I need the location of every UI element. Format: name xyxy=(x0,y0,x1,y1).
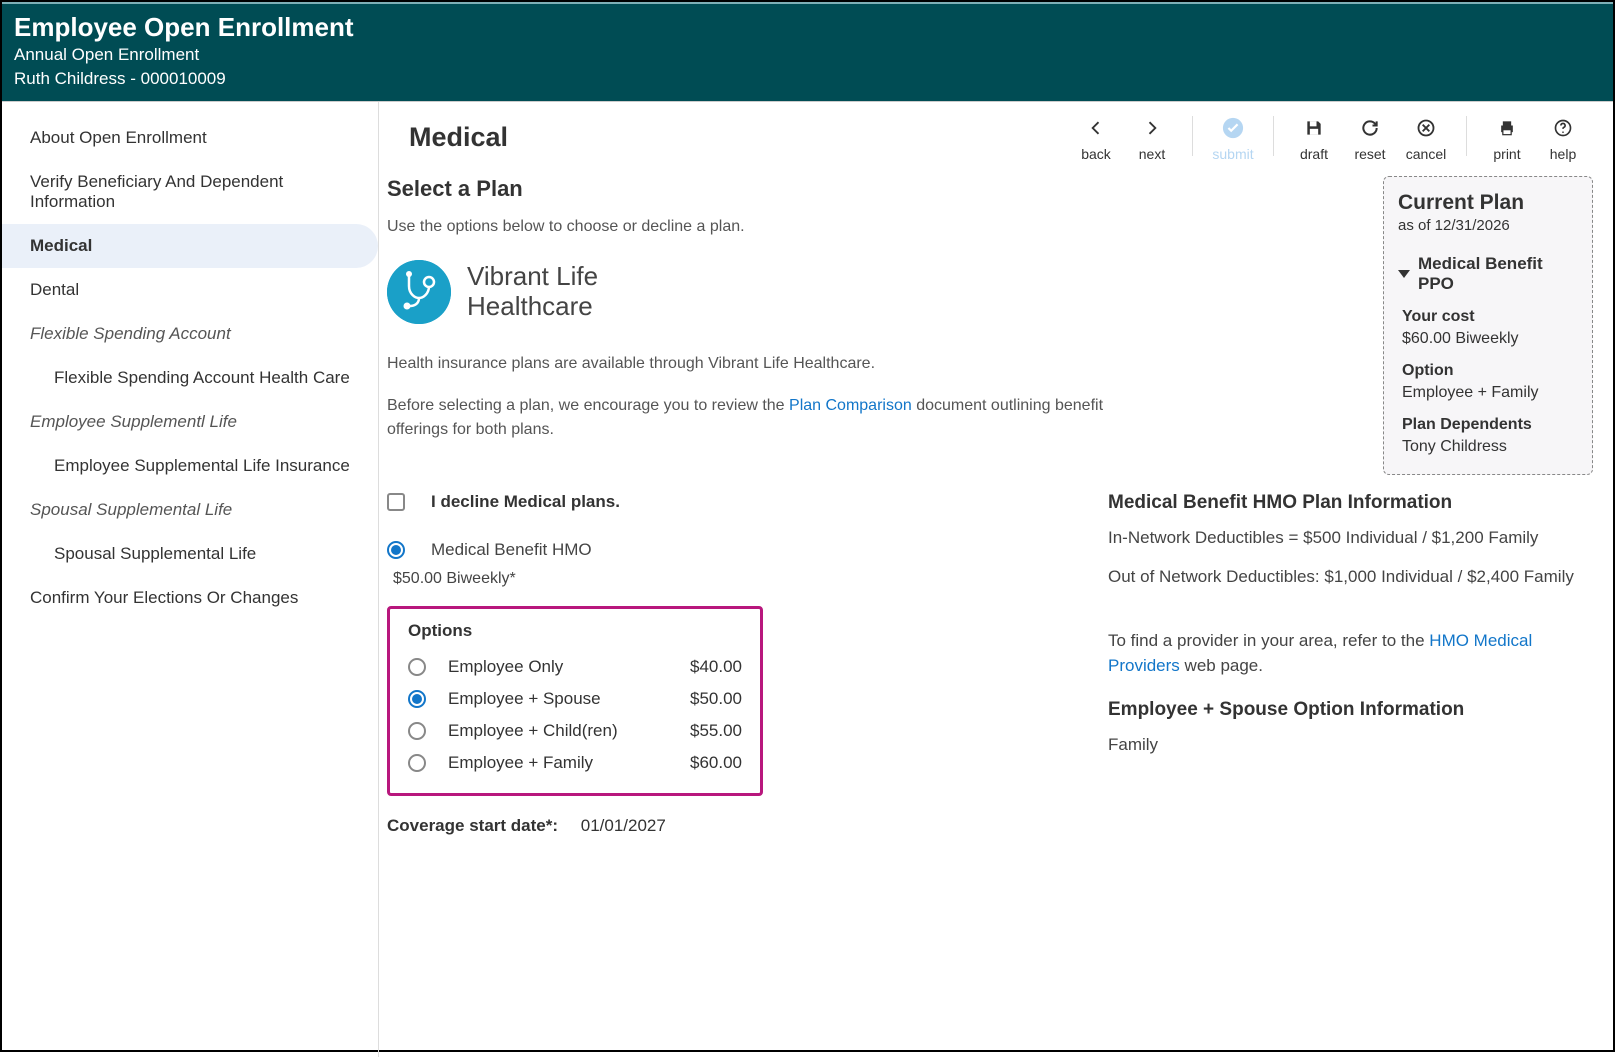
coverage-row: Coverage start date*: 01/01/2027 xyxy=(387,816,1078,836)
header-user: Ruth Childress - 000010009 xyxy=(14,69,1601,89)
select-plan-heading: Select a Plan xyxy=(387,176,1107,202)
app-header: Employee Open Enrollment Annual Open Enr… xyxy=(2,2,1613,101)
current-plan-asof: as of 12/31/2026 xyxy=(1398,217,1578,234)
dependents-value: Tony Childress xyxy=(1402,438,1578,456)
reset-button[interactable]: reset xyxy=(1342,116,1398,162)
option-radio[interactable] xyxy=(408,658,426,676)
sidebar-item-0[interactable]: About Open Enrollment xyxy=(2,116,378,160)
plan-cost: $50.00 Biweekly* xyxy=(393,570,1078,588)
hmo-in-network: In-Network Deductibles = $500 Individual… xyxy=(1108,526,1599,551)
draft-button[interactable]: draft xyxy=(1286,116,1342,162)
description-1: Health insurance plans are available thr… xyxy=(387,352,1107,376)
sidebar-item-1[interactable]: Verify Beneficiary And Dependent Informa… xyxy=(2,160,378,224)
print-icon xyxy=(1497,116,1517,140)
refresh-icon xyxy=(1360,116,1380,140)
option-value: Employee + Family xyxy=(1402,384,1578,402)
decline-label: I decline Medical plans. xyxy=(431,492,620,512)
sidebar-item-8: Spousal Supplemental Life xyxy=(2,488,378,532)
sidebar-item-9[interactable]: Spousal Supplemental Life xyxy=(2,532,378,576)
option-label: Option xyxy=(1402,362,1578,380)
instruction-text: Use the options below to choose or decli… xyxy=(387,218,1107,236)
current-plan-card: Current Plan as of 12/31/2026 Medical Be… xyxy=(1383,176,1593,475)
option-info-heading: Employee + Spouse Option Information xyxy=(1108,699,1599,721)
options-title: Options xyxy=(408,621,742,641)
current-plan-title: Current Plan xyxy=(1398,191,1578,215)
back-button[interactable]: back xyxy=(1068,116,1124,162)
cancel-button[interactable]: cancel xyxy=(1398,116,1454,162)
sidebar-item-4: Flexible Spending Account xyxy=(2,312,378,356)
content-scroll[interactable]: Current Plan as of 12/31/2026 Medical Be… xyxy=(379,176,1613,1057)
coverage-value: 01/01/2027 xyxy=(581,816,666,835)
next-button[interactable]: next xyxy=(1124,116,1180,162)
stethoscope-icon xyxy=(387,260,451,324)
plan-name: Medical Benefit HMO xyxy=(431,540,592,560)
option-price: $40.00 xyxy=(672,657,742,677)
provider-link-row: To find a provider in your area, refer t… xyxy=(1108,629,1599,678)
user-id: 000010009 xyxy=(141,69,226,88)
option-radio[interactable] xyxy=(408,722,426,740)
hmo-info-heading: Medical Benefit HMO Plan Information xyxy=(1108,492,1599,514)
sidebar-nav: About Open EnrollmentVerify Beneficiary … xyxy=(2,102,378,1057)
option-price: $60.00 xyxy=(672,753,742,773)
decline-checkbox[interactable] xyxy=(387,493,405,511)
option-label: Employee + Family xyxy=(448,753,672,773)
save-icon xyxy=(1304,116,1324,140)
help-button[interactable]: help xyxy=(1535,116,1591,162)
option-row-3[interactable]: Employee + Family$60.00 xyxy=(408,747,742,779)
dependents-label: Plan Dependents xyxy=(1402,416,1578,434)
cost-value: $60.00 Biweekly xyxy=(1402,330,1578,348)
help-icon xyxy=(1553,116,1573,140)
sidebar-item-7[interactable]: Employee Supplemental Life Insurance xyxy=(2,444,378,488)
description-2: Before selecting a plan, we encourage yo… xyxy=(387,394,1107,442)
sidebar-item-3[interactable]: Dental xyxy=(2,268,378,312)
option-price: $55.00 xyxy=(672,721,742,741)
header-subtitle: Annual Open Enrollment xyxy=(14,45,1601,65)
toolbar: Medical back next xyxy=(379,102,1613,176)
plan-comparison-link[interactable]: Plan Comparison xyxy=(789,397,912,414)
option-radio[interactable] xyxy=(408,754,426,772)
plan-radio[interactable] xyxy=(387,541,405,559)
triangle-down-icon xyxy=(1398,270,1410,278)
option-label: Employee + Child(ren) xyxy=(448,721,672,741)
page-title: Medical xyxy=(409,122,508,153)
current-plan-toggle[interactable]: Medical Benefit PPO xyxy=(1398,254,1578,294)
header-title: Employee Open Enrollment xyxy=(14,12,1601,43)
option-label: Employee Only xyxy=(448,657,672,677)
option-radio[interactable] xyxy=(408,690,426,708)
hmo-out-network: Out of Network Deductibles: $1,000 Indiv… xyxy=(1108,565,1599,590)
option-row-1[interactable]: Employee + Spouse$50.00 xyxy=(408,683,742,715)
sidebar-item-6: Employee Supplementl Life xyxy=(2,400,378,444)
sidebar-item-10[interactable]: Confirm Your Elections Or Changes xyxy=(2,576,378,620)
coverage-label: Coverage start date*: xyxy=(387,816,558,835)
cancel-icon xyxy=(1416,116,1436,140)
option-row-0[interactable]: Employee Only$40.00 xyxy=(408,651,742,683)
cost-label: Your cost xyxy=(1402,308,1578,326)
user-name: Ruth Childress xyxy=(14,69,126,88)
option-info-line: Family xyxy=(1108,733,1599,758)
provider-block: Vibrant Life Healthcare xyxy=(387,260,1107,324)
arrow-left-icon xyxy=(1086,116,1106,140)
sidebar-item-5[interactable]: Flexible Spending Account Health Care xyxy=(2,356,378,400)
option-label: Employee + Spouse xyxy=(448,689,672,709)
plan-radio-row[interactable]: Medical Benefit HMO xyxy=(387,540,1078,560)
options-box: Options Employee Only$40.00Employee + Sp… xyxy=(387,606,763,796)
option-row-2[interactable]: Employee + Child(ren)$55.00 xyxy=(408,715,742,747)
check-circle-icon xyxy=(1222,116,1244,140)
submit-button[interactable]: submit xyxy=(1205,116,1261,162)
arrow-right-icon xyxy=(1142,116,1162,140)
sidebar-item-2[interactable]: Medical xyxy=(2,224,378,268)
option-price: $50.00 xyxy=(672,689,742,709)
print-button[interactable]: print xyxy=(1479,116,1535,162)
main-panel: Medical back next xyxy=(379,102,1613,1057)
provider-name: Vibrant Life Healthcare xyxy=(467,262,598,322)
decline-row[interactable]: I decline Medical plans. xyxy=(387,492,1078,512)
